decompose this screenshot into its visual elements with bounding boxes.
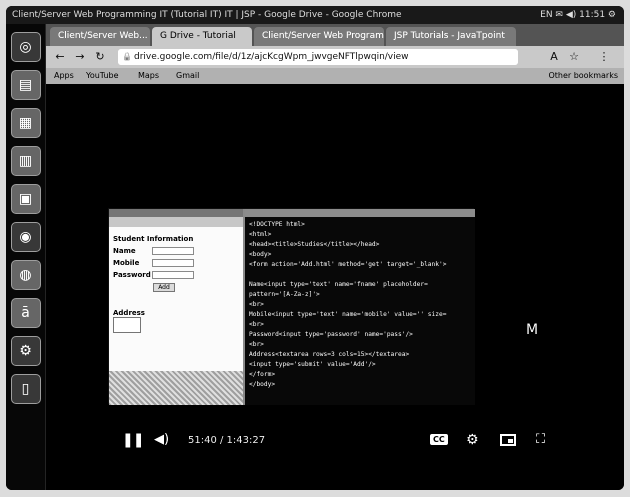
form-row-password: Password	[113, 269, 239, 281]
video-form: Student Information Name Mobile Password…	[109, 227, 243, 337]
files-icon[interactable]: ▤	[10, 70, 41, 100]
bookmark-youtube[interactable]: YouTube	[86, 68, 119, 84]
fullscreen-icon[interactable]: ⛶	[536, 432, 545, 447]
code-line: Password<input type='password' name='pas…	[249, 331, 413, 338]
miniplayer-icon[interactable]	[500, 434, 516, 446]
player-controls: ❚❚ ◀) 51:40 / 1:43:27 CC ⚙ ⛶	[106, 426, 566, 456]
os-top-panel: Client/Server Web Programming IT (Tutori…	[6, 6, 624, 24]
code-line: <head><title>Studies</title></head>	[249, 241, 380, 248]
drive-video-viewer: Student Information Name Mobile Password…	[46, 84, 624, 490]
video-browser-pane: Student Information Name Mobile Password…	[109, 209, 243, 405]
browser-toolbar: ← → ↻ 🔒 drive.google.com/file/d/1z/ajcKc…	[46, 46, 624, 68]
tab-4[interactable]: JSP Tutorials - JavaTpoint	[386, 27, 516, 46]
code-text: <!DOCTYPE html> <html> <head><title>Studie…	[245, 217, 475, 405]
dash-icon[interactable]: ◎	[10, 32, 41, 62]
code-line: </body>	[249, 381, 276, 388]
tab-2[interactable]: G Drive - Tutorial	[152, 27, 252, 46]
code-line: Mobile<input type='text' name='mobile' v…	[249, 311, 447, 318]
address-bar[interactable]: 🔒 drive.google.com/file/d/1z/ajcKcgWpm_j…	[118, 49, 518, 65]
lock-icon: 🔒	[122, 52, 132, 61]
code-line: Address<textarea rows=3 cols=15></textar…	[249, 351, 410, 358]
code-line: <input type='submit' value='Add'/>	[249, 361, 376, 368]
chrome-icon[interactable]: ◉	[10, 222, 41, 252]
code-line: <br>	[249, 301, 264, 308]
video-code-editor: <!DOCTYPE html> <html> <head><title>Studie…	[243, 209, 475, 405]
mobile-field	[152, 259, 194, 267]
tab-strip: Client/Server Web... G Drive - Tutorial …	[46, 24, 624, 46]
name-field	[152, 247, 194, 255]
trash-icon[interactable]: ▯	[10, 374, 41, 404]
url-text: drive.google.com/file/d/1z/ajcKcgWpm_jwv…	[134, 52, 409, 62]
code-line: Name<input type='text' name='fname' plac…	[249, 281, 428, 288]
bookmark-gmail[interactable]: Gmail	[176, 68, 199, 84]
tab-3[interactable]: Client/Server Web Programming	[254, 27, 384, 46]
system-tray[interactable]: EN ✉ ◀) 11:51 ⚙	[540, 6, 616, 24]
video-browser-toolbar	[109, 217, 243, 227]
code-line: <!DOCTYPE html>	[249, 221, 305, 228]
star-icon[interactable]: ☆	[566, 49, 582, 65]
camera-icon[interactable]: ◍	[10, 260, 41, 290]
monitor-screen: Client/Server Web Programming IT (Tutori…	[6, 6, 624, 490]
settings-icon[interactable]: ⚙	[10, 336, 41, 366]
forward-icon[interactable]: →	[72, 49, 88, 65]
code-line: pattern='[A-Za-z]'>	[249, 291, 320, 298]
time-display: 51:40 / 1:43:27	[188, 435, 266, 446]
editor-titlebar	[245, 209, 475, 217]
other-bookmarks[interactable]: Other bookmarks	[548, 68, 618, 84]
code-line: <form action='Add.html' method='get' tar…	[249, 261, 447, 268]
video-glare	[109, 371, 243, 405]
code-line: <html>	[249, 231, 272, 238]
pause-button[interactable]: ❚❚	[122, 432, 144, 448]
overlay-letter: M	[526, 322, 539, 338]
menu-icon[interactable]: ⋮	[596, 49, 612, 65]
browser-window: Client/Server Web... G Drive - Tutorial …	[46, 24, 624, 490]
video-frame[interactable]: Student Information Name Mobile Password…	[108, 208, 475, 405]
presentation-icon[interactable]: ▣	[10, 184, 41, 214]
bookmarks-bar: Apps YouTube Maps Gmail Other bookmarks	[46, 68, 624, 84]
add-button: Add	[153, 282, 175, 292]
form-row-submit: Add	[113, 281, 239, 293]
password-field	[152, 271, 194, 279]
volume-icon[interactable]: ◀)	[154, 432, 169, 447]
video-browser-titlebar	[109, 209, 243, 217]
form-row-mobile: Mobile	[113, 257, 239, 269]
app-launcher: ◎ ▤ ▦ ▥ ▣ ◉ ◍ ā ⚙ ▯	[6, 24, 46, 490]
bookmark-apps[interactable]: Apps	[54, 68, 74, 84]
form-row-textarea	[113, 317, 239, 333]
document-icon[interactable]: ▦	[10, 108, 41, 138]
window-title: Client/Server Web Programming IT (Tutori…	[12, 10, 402, 20]
form-header: Student Information	[113, 235, 194, 243]
code-line: <br>	[249, 321, 264, 328]
code-line: <br>	[249, 341, 264, 348]
address-field	[113, 317, 141, 333]
tab-1[interactable]: Client/Server Web...	[50, 27, 150, 46]
captions-button[interactable]: CC	[430, 434, 448, 445]
photo-frame: Client/Server Web Programming IT (Tutori…	[0, 0, 630, 497]
form-row-name: Name	[113, 245, 239, 257]
spreadsheet-icon[interactable]: ▥	[10, 146, 41, 176]
translate-icon[interactable]: A	[546, 49, 562, 65]
code-line: </form>	[249, 371, 276, 378]
bookmark-maps[interactable]: Maps	[138, 68, 159, 84]
reload-icon[interactable]: ↻	[92, 49, 108, 65]
settings-gear-icon[interactable]: ⚙	[466, 432, 479, 448]
store-icon[interactable]: ā	[10, 298, 41, 328]
back-icon[interactable]: ←	[52, 49, 68, 65]
code-line: <body>	[249, 251, 272, 258]
